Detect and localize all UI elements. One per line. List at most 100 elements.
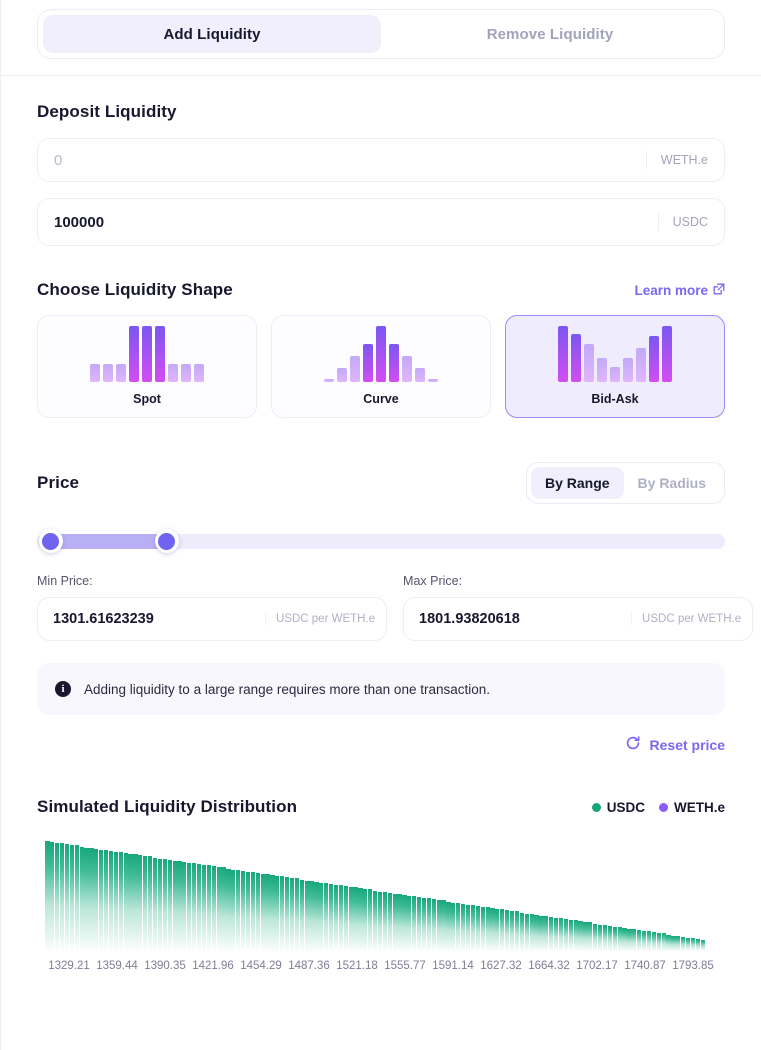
- chart-bar: [495, 909, 500, 951]
- chart-bar: [509, 911, 515, 951]
- chart-bar: [651, 932, 656, 951]
- shape-preview-bar: [142, 326, 152, 382]
- chart-bar: [333, 885, 339, 951]
- chart-bar: [446, 901, 451, 951]
- shape-preview-bar: [376, 326, 386, 382]
- chart-bar: [637, 930, 642, 951]
- chart-bar: [558, 918, 564, 951]
- price-mode-by-range[interactable]: By Range: [530, 467, 624, 499]
- chart-bar: [627, 929, 632, 951]
- shape-preview-bar: [415, 368, 425, 382]
- chart-bar: [656, 933, 661, 951]
- chart-bar: [196, 864, 202, 951]
- chart-bar: [622, 927, 627, 951]
- chart-bar: [505, 910, 510, 951]
- chart-bar: [299, 879, 304, 951]
- chart-bar: [201, 865, 207, 951]
- reset-price-row: Reset price: [37, 735, 725, 754]
- chart-bar: [549, 916, 554, 951]
- panel-body: Deposit Liquidity WETH.e USDC Choose Liq…: [1, 102, 761, 978]
- chart-bar: [255, 872, 260, 951]
- price-range-slider[interactable]: [37, 529, 725, 553]
- x-axis-tick-label: 1793.85: [672, 960, 714, 972]
- shape-option-curve[interactable]: Curve: [271, 315, 491, 418]
- weth-amount-input[interactable]: [38, 151, 646, 169]
- min-price-input[interactable]: [38, 611, 265, 627]
- x-axis-tick-label: 1421.96: [192, 960, 234, 972]
- chart-bar: [329, 883, 334, 951]
- chart-bar: [60, 843, 65, 951]
- add-liquidity-panel: Add Liquidity Remove Liquidity Deposit L…: [0, 0, 761, 1050]
- chart-bar: [319, 882, 324, 951]
- shape-preview-bar: [337, 368, 347, 382]
- chart-bars: [45, 841, 705, 951]
- chart-bar: [118, 852, 123, 951]
- chart-bar: [172, 860, 177, 951]
- chart-bar: [260, 874, 265, 951]
- deposit-field-usdc[interactable]: USDC: [37, 198, 725, 246]
- tab-remove-liquidity[interactable]: Remove Liquidity: [381, 15, 719, 53]
- chart-bar: [612, 926, 617, 951]
- x-axis-tick-label: 1454.29: [240, 960, 282, 972]
- x-axis-tick-label: 1702.17: [576, 960, 618, 972]
- x-axis-tick-label: 1390.35: [144, 960, 186, 972]
- chart-bar: [534, 914, 539, 951]
- chart-bar: [64, 844, 70, 951]
- liquidity-distribution-chart: [37, 841, 725, 951]
- x-axis-tick-label: 1329.21: [48, 960, 90, 972]
- chart-bar: [162, 858, 167, 951]
- chart-bar: [236, 869, 241, 951]
- legend-item-weth: WETH.e: [658, 800, 725, 815]
- chart-bar: [690, 937, 696, 951]
- chart-bar: [456, 902, 461, 951]
- chart-bar: [642, 931, 647, 951]
- learn-more-link[interactable]: Learn more: [634, 283, 725, 298]
- chart-bar: [661, 933, 666, 951]
- shape-preview-bar: [90, 364, 100, 382]
- chart-bar: [104, 849, 109, 951]
- chart-bar: [402, 894, 407, 951]
- min-price-group: Min Price: USDC per WETH.e: [37, 574, 388, 641]
- tab-add-liquidity[interactable]: Add Liquidity: [43, 15, 381, 53]
- shape-option-bid-ask[interactable]: Bid-Ask: [505, 315, 725, 418]
- chart-bar: [55, 843, 60, 951]
- slider-track-fill: [50, 534, 167, 549]
- chart-bar: [700, 940, 705, 951]
- chart-bar: [529, 913, 534, 951]
- price-mode-toggle: By Range By Radius: [525, 462, 725, 504]
- x-axis-tick-label: 1627.32: [480, 960, 522, 972]
- shape-preview-bar: [623, 358, 633, 382]
- learn-more-label: Learn more: [634, 282, 708, 298]
- price-mode-by-radius[interactable]: By Radius: [624, 467, 720, 499]
- chart-header: Simulated Liquidity Distribution USDC WE…: [37, 797, 725, 817]
- chart-bar: [187, 863, 192, 951]
- reset-price-button[interactable]: Reset price: [625, 735, 725, 754]
- max-price-input[interactable]: [404, 611, 632, 627]
- chart-bar: [289, 878, 295, 951]
- usdc-amount-input[interactable]: [38, 213, 658, 231]
- min-price-box[interactable]: USDC per WETH.e: [37, 597, 388, 641]
- legend-dot-weth: [658, 802, 668, 812]
- max-price-group: Max Price: USDC per WETH.e: [403, 574, 754, 641]
- external-link-icon: [713, 283, 725, 298]
- chart-bar: [108, 850, 114, 951]
- shape-preview-bar: [129, 326, 139, 382]
- chart-bar: [617, 926, 622, 951]
- chart-bar: [148, 856, 153, 951]
- chart-bar: [240, 870, 246, 951]
- chart-bar: [553, 918, 559, 951]
- chart-bar: [182, 861, 187, 951]
- chart-bar: [314, 881, 319, 951]
- shape-preview-bar: [324, 379, 334, 382]
- slider-handle-min[interactable]: [38, 529, 63, 553]
- max-price-box[interactable]: USDC per WETH.e: [403, 597, 754, 641]
- chart-bar: [216, 867, 221, 951]
- slider-handle-max[interactable]: [154, 529, 179, 553]
- shape-preview-spot: [90, 326, 204, 382]
- chart-bar: [206, 865, 211, 951]
- chart-bar: [69, 845, 74, 951]
- deposit-field-weth[interactable]: WETH.e: [37, 138, 725, 182]
- shape-option-spot[interactable]: Spot: [37, 315, 257, 418]
- max-price-unit: USDC per WETH.e: [631, 613, 752, 625]
- shape-label-spot: Spot: [133, 392, 161, 406]
